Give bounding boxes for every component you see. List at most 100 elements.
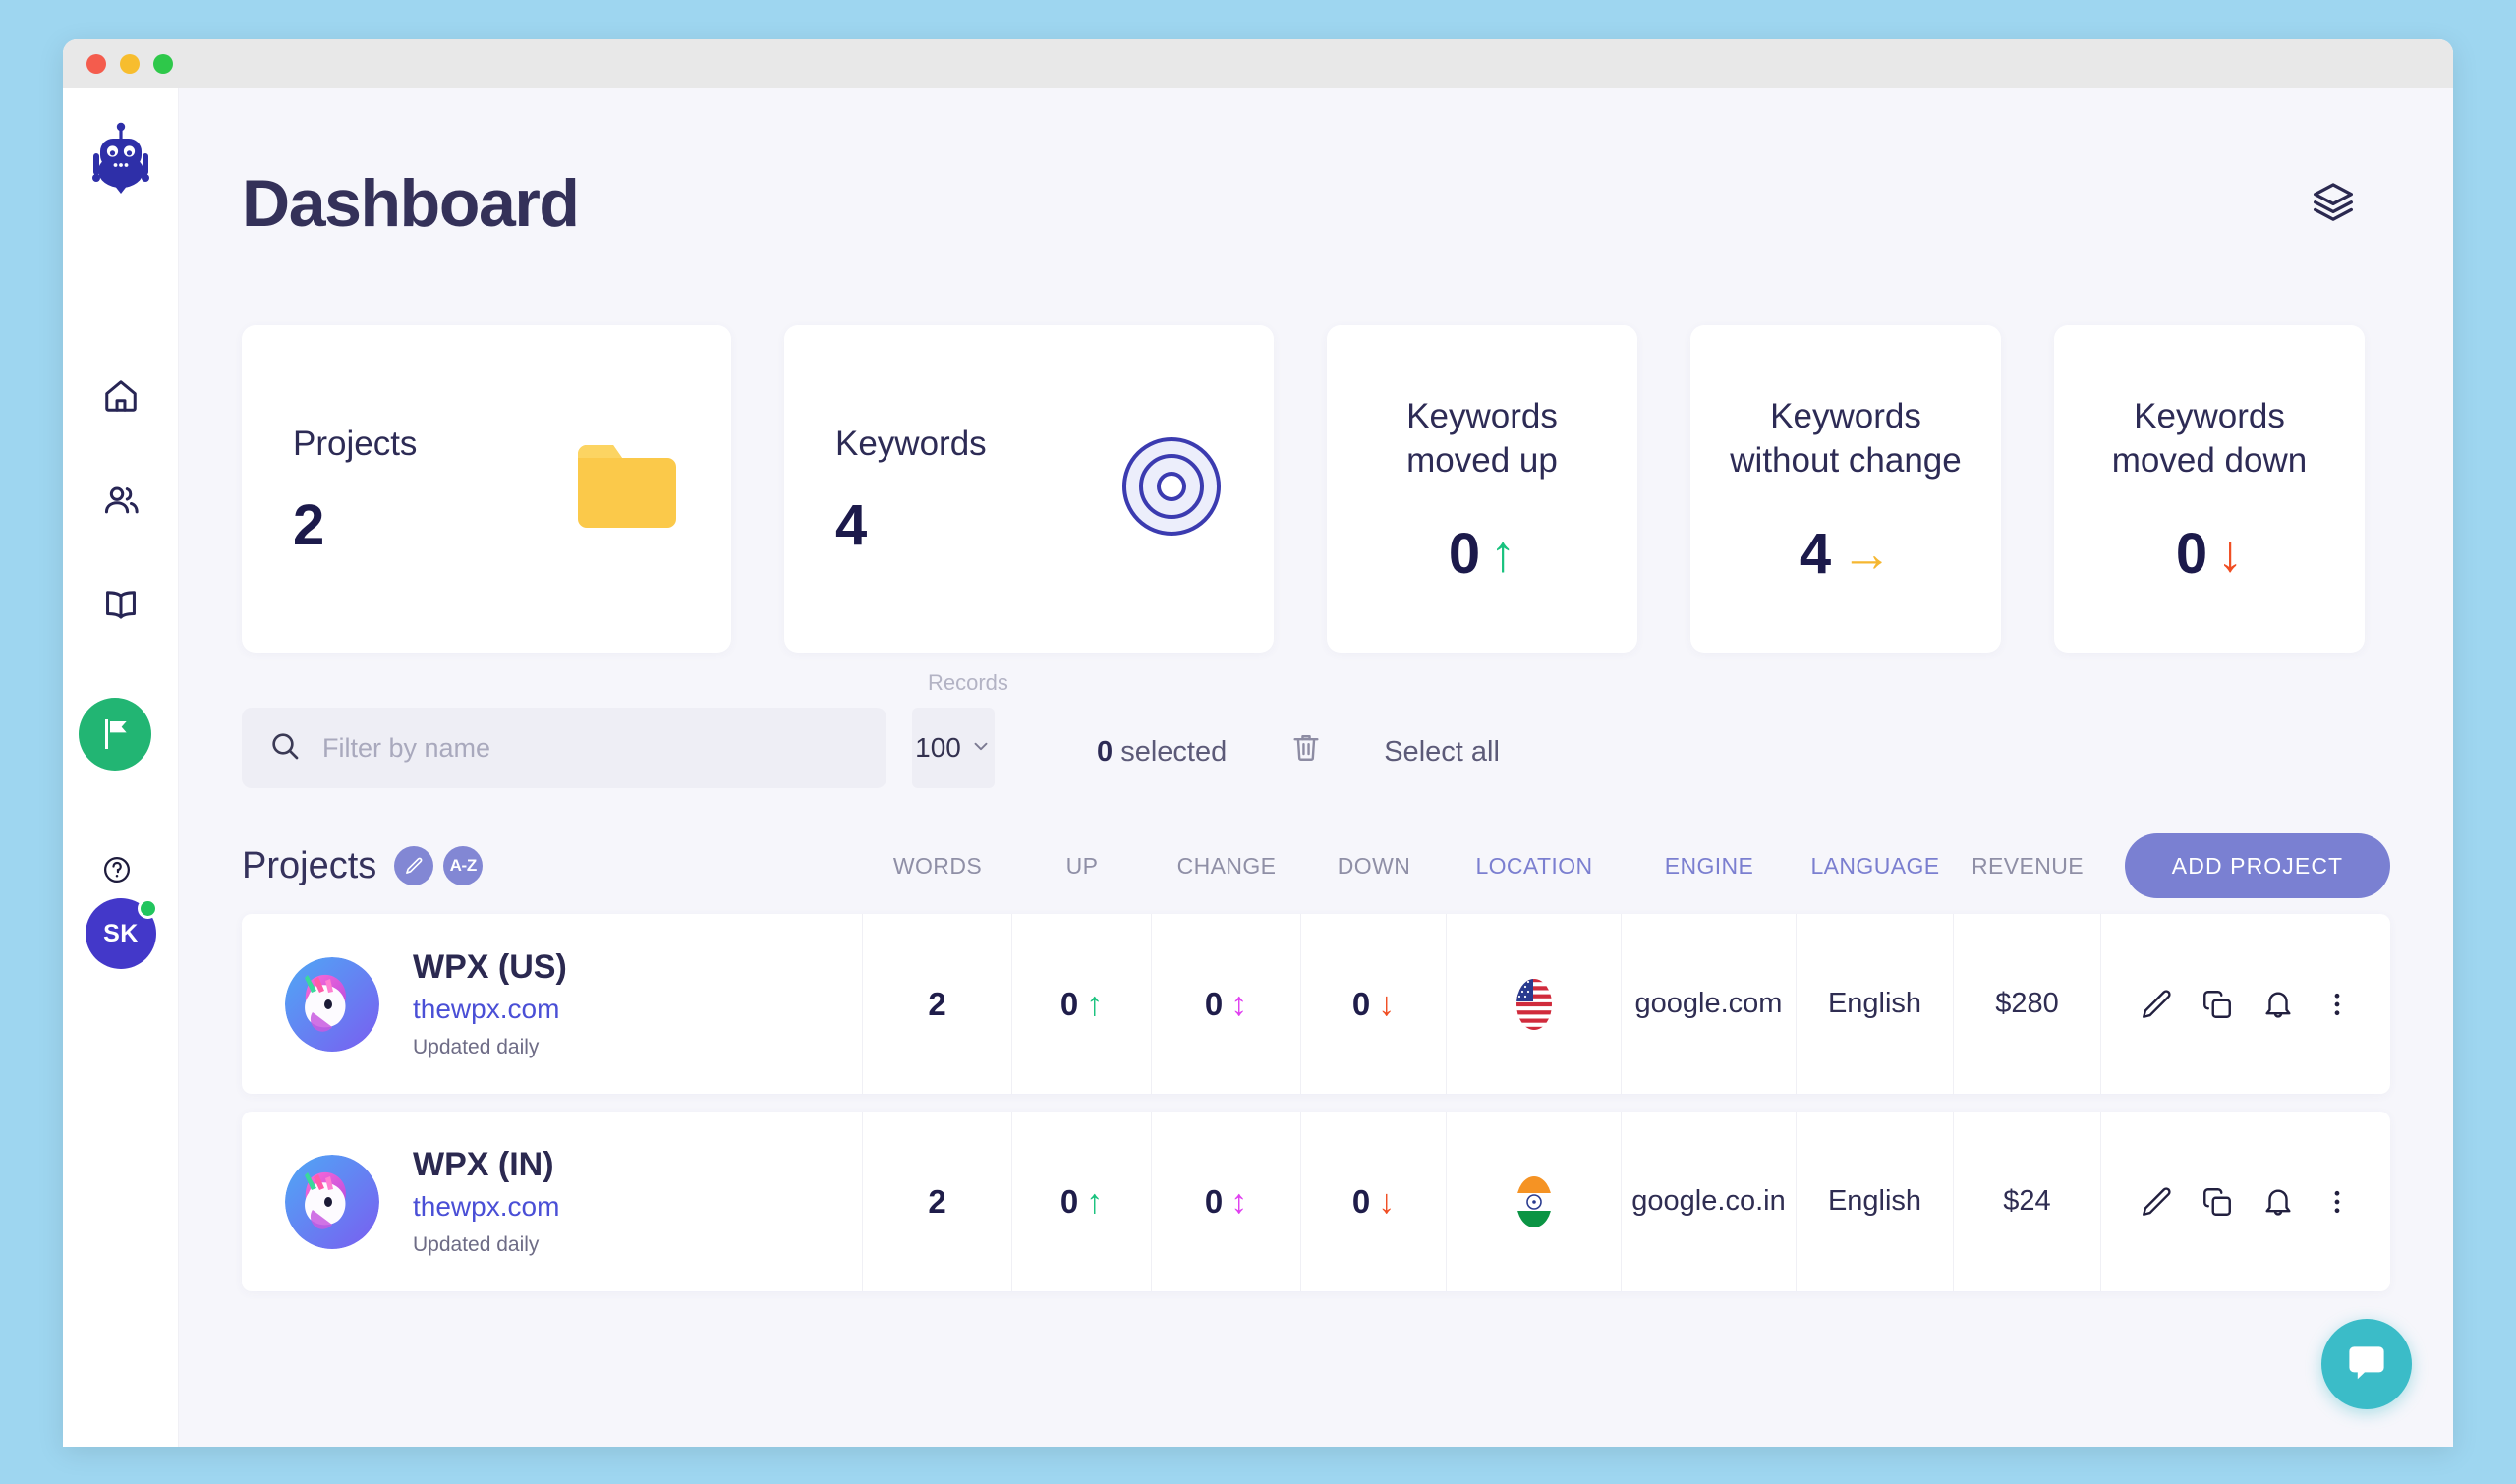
cell-up: 0 ↑ [1012, 1112, 1152, 1291]
stat-card-projects[interactable]: Projects 2 [242, 325, 731, 653]
bell-icon[interactable] [2261, 988, 2295, 1021]
copy-icon[interactable] [2201, 1185, 2234, 1219]
cell-engine: google.co.in [1622, 1112, 1797, 1291]
window-maximize-button[interactable] [153, 54, 173, 74]
column-header-change[interactable]: CHANGE [1152, 853, 1301, 880]
arrow-up-icon: ↑ [1490, 529, 1515, 580]
stat-value: 0 [2176, 526, 2207, 583]
column-header-words[interactable]: WORDS [863, 853, 1012, 880]
filter-bar: Records 100 0 selected [242, 708, 2390, 788]
cell-change: 0 ↕ [1152, 914, 1301, 1094]
avatar[interactable]: SK [86, 898, 156, 969]
column-header-location[interactable]: LOCATION [1447, 853, 1622, 880]
stat-value: 0 [1449, 526, 1480, 583]
sort-az-badge[interactable]: A-Z [443, 846, 483, 885]
window-close-button[interactable] [86, 54, 106, 74]
stat-label: Keywords [835, 425, 987, 464]
search-box[interactable] [242, 708, 886, 788]
browser-window: SK Dashboard [63, 39, 2453, 1447]
arrow-down-icon: ↓ [1378, 988, 1395, 1021]
page-title: Dashboard [242, 165, 579, 242]
cell-language: English [1797, 1112, 1954, 1291]
cell-change: 0 ↕ [1152, 1112, 1301, 1291]
arrow-up-icon: ↑ [1086, 1185, 1103, 1219]
row-actions [2101, 914, 2390, 1094]
cell-words: 2 [863, 1112, 1012, 1291]
records-value: 100 [915, 732, 961, 764]
flag-button[interactable] [79, 698, 151, 771]
stat-card-keywords-moved-up[interactable]: Keywords moved up 0 ↑ [1327, 325, 1637, 653]
sidebar-item-users[interactable] [99, 479, 143, 522]
column-header-down[interactable]: DOWN [1301, 853, 1447, 880]
column-header-engine[interactable]: ENGINE [1622, 853, 1797, 880]
stat-value: 2 [293, 497, 417, 554]
stat-cards: Projects 2 Keyw [242, 325, 2390, 653]
more-vertical-icon[interactable] [2322, 990, 2352, 1019]
selected-count: 0 selected [1097, 736, 1227, 788]
chat-bubble-button[interactable] [2321, 1319, 2412, 1409]
project-cell: WPX (IN) thewpx.com Updated daily [242, 1112, 863, 1291]
trash-icon[interactable] [1289, 730, 1323, 788]
records-select[interactable]: 100 [912, 708, 995, 788]
chat-bubble-icon [2343, 1341, 2390, 1388]
stat-card-keywords-without-change[interactable]: Keywords without change 4 → [1690, 325, 2001, 653]
add-project-button[interactable]: ADD PROJECT [2125, 833, 2390, 898]
column-header-up[interactable]: UP [1012, 853, 1152, 880]
arrow-up-icon: ↑ [1086, 988, 1103, 1021]
bell-icon[interactable] [2261, 1185, 2295, 1219]
flag-us-icon [1513, 978, 1556, 1031]
cell-down-value: 0 [1352, 986, 1370, 1023]
project-updated: Updated daily [413, 1036, 567, 1059]
select-all-button[interactable]: Select all [1384, 736, 1500, 788]
cell-engine: google.com [1622, 914, 1797, 1094]
unicorn-avatar [285, 957, 379, 1052]
unicorn-avatar [285, 1155, 379, 1249]
column-headers: WORDS UP CHANGE DOWN LOCATION ENGINE LAN… [863, 833, 2390, 898]
page-header: Dashboard [242, 88, 2390, 242]
cell-change-value: 0 [1205, 1183, 1223, 1221]
cell-location [1447, 1112, 1622, 1291]
column-header-language[interactable]: LANGUAGE [1797, 853, 1954, 880]
pencil-icon[interactable] [2140, 1185, 2173, 1219]
sidebar-nav [99, 374, 143, 626]
cell-revenue: $24 [1954, 1112, 2101, 1291]
target-icon [1120, 435, 1223, 542]
stat-value: 4 [835, 497, 987, 554]
stat-label: Projects [293, 425, 417, 464]
folder-icon [574, 438, 680, 540]
stat-label-line1: Keywords [1406, 395, 1558, 438]
chevron-down-icon [970, 735, 992, 762]
sidebar-item-guides[interactable] [99, 583, 143, 626]
selected-count-number: 0 [1097, 736, 1113, 768]
stat-label-line1: Keywords [2112, 395, 2307, 438]
cell-language: English [1797, 914, 1954, 1094]
edit-badge[interactable] [394, 846, 433, 885]
layers-icon[interactable] [2312, 180, 2355, 228]
project-domain-link[interactable]: thewpx.com [413, 1191, 559, 1223]
flag-in-icon [1513, 1175, 1556, 1228]
row-actions [2101, 1112, 2390, 1291]
more-vertical-icon[interactable] [2322, 1187, 2352, 1217]
table-header: Projects A-Z WORDS UP CHANGE DOWN LOCATI… [242, 835, 2390, 896]
search-input[interactable] [322, 733, 859, 764]
stat-label-line2: moved down [2112, 439, 2307, 483]
stat-card-keywords-moved-down[interactable]: Keywords moved down 0 ↓ [2054, 325, 2365, 653]
cell-down-value: 0 [1352, 1183, 1370, 1221]
window-minimize-button[interactable] [120, 54, 140, 74]
pencil-icon[interactable] [2140, 988, 2173, 1021]
column-header-revenue[interactable]: REVENUE [1954, 853, 2101, 880]
stat-card-keywords[interactable]: Keywords 4 [784, 325, 1274, 653]
table-row[interactable]: WPX (IN) thewpx.com Updated daily 2 0 ↑ … [242, 1112, 2390, 1291]
project-domain-link[interactable]: thewpx.com [413, 994, 567, 1025]
sidebar-item-home[interactable] [99, 374, 143, 418]
cell-up-value: 0 [1060, 1183, 1078, 1221]
robot-logo-icon[interactable] [90, 122, 151, 201]
project-cell: WPX (US) thewpx.com Updated daily [242, 914, 863, 1094]
project-updated: Updated daily [413, 1233, 559, 1257]
copy-icon[interactable] [2201, 988, 2234, 1021]
sidebar: SK [63, 88, 179, 1447]
table-row[interactable]: WPX (US) thewpx.com Updated daily 2 0 ↑ … [242, 914, 2390, 1094]
help-icon[interactable] [102, 855, 132, 885]
project-name: WPX (IN) [413, 1146, 559, 1184]
cell-up-value: 0 [1060, 986, 1078, 1023]
